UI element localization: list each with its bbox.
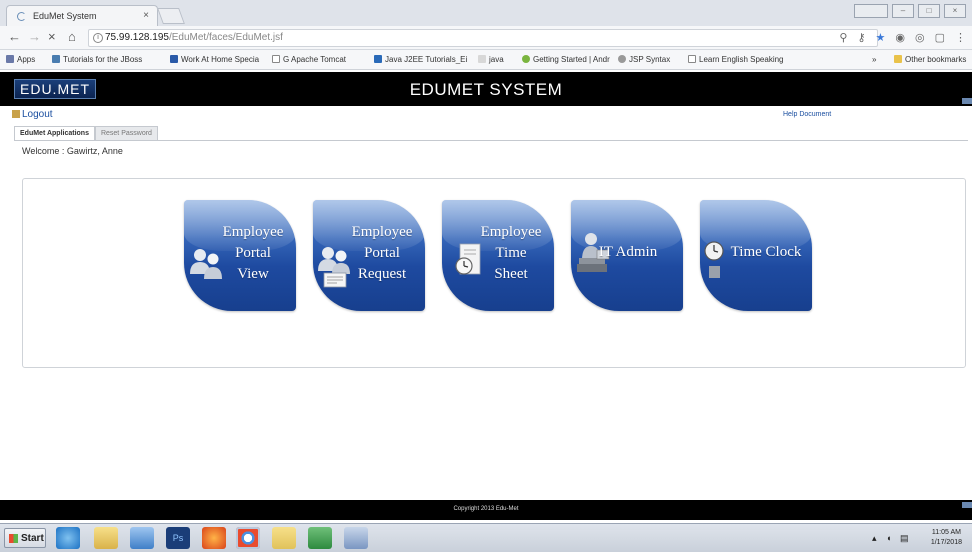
key-icon[interactable]: ⚷ [857, 31, 865, 44]
stop-icon[interactable]: × [48, 29, 56, 44]
start-button[interactable]: Start [4, 528, 46, 548]
bookmark-star-icon[interactable]: ★ [876, 31, 886, 44]
home-icon[interactable]: ⌂ [68, 29, 76, 44]
bookmark-jsp-syntax[interactable]: JSP Syntax [618, 55, 670, 64]
bookmarks-bar: Apps Tutorials for the JBoss Work At Hom… [0, 50, 972, 70]
app-header: EDU.MET EDUMET SYSTEM [0, 72, 972, 106]
address-bar: ← → × ⌂ i 75.99.128.195/EduMet/faces/Edu… [0, 26, 972, 50]
tile-label: Employee Portal Request [351, 224, 413, 282]
browser-tab-title: EduMet System [33, 11, 97, 21]
forward-icon[interactable]: → [28, 29, 41, 44]
employee-portal-view-tile[interactable]: Employee Portal View [184, 200, 296, 311]
logout-link[interactable]: Logout [12, 109, 53, 120]
windows-taskbar: Start Ps ▴ ◖ ▤ 11:05 AM 1/17/2018 [0, 523, 972, 552]
it-admin-tile[interactable]: IT Admin [571, 200, 683, 311]
bookmark-getting-started[interactable]: Getting Started | Andr [522, 55, 610, 64]
windows-logo-icon [9, 534, 18, 543]
tab-divider [14, 140, 968, 141]
app-window-icon[interactable] [344, 527, 368, 549]
close-window-button[interactable]: × [944, 4, 966, 18]
page-title: EDUMET SYSTEM [409, 80, 563, 99]
media-player-icon[interactable] [130, 527, 154, 549]
zoom-icon[interactable]: ⚲ [839, 31, 847, 44]
android-icon [522, 55, 530, 63]
tile-label: Employee Portal View [222, 224, 284, 282]
tab-reset-password[interactable]: Reset Password [94, 126, 158, 140]
url-host: 75.99.128.195 [105, 32, 169, 43]
bookmark-work-at-home[interactable]: Work At Home Specia [170, 55, 259, 64]
bookmark-favicon-icon [618, 55, 626, 63]
system-tray: ▴ ◖ ▤ 11:05 AM 1/17/2018 [868, 527, 968, 549]
back-icon[interactable]: ← [8, 29, 21, 44]
tile-label: Time Clock [730, 244, 802, 260]
more-bookmarks-chevron[interactable]: » [872, 55, 876, 64]
bookmark-favicon-icon [52, 55, 60, 63]
internet-explorer-icon[interactable] [56, 527, 80, 549]
page-icon [688, 55, 696, 63]
browser-tab-strip: EduMet System × – □ × [0, 0, 972, 26]
employee-portal-request-tile[interactable]: Employee Portal Request [313, 200, 425, 311]
apps-grid-icon [6, 55, 14, 63]
bookmark-apps[interactable]: Apps [6, 55, 35, 64]
user-profile-button[interactable] [854, 4, 888, 18]
bookmark-java[interactable]: java [478, 55, 504, 64]
bookmark-apache-tomcat[interactable]: G Apache Tomcat [272, 55, 346, 64]
bookmark-favicon-icon [374, 55, 382, 63]
file-explorer-icon[interactable] [94, 527, 118, 549]
bookmark-learn-english[interactable]: Learn English Speaking [688, 55, 784, 64]
extension-puzzle-icon[interactable]: ▢ [935, 31, 945, 44]
header-decoration [962, 98, 972, 104]
url-path: /EduMet/faces/EduMet.jsf [168, 32, 283, 43]
time-clock-tile[interactable]: Time Clock [700, 200, 812, 311]
help-document-link[interactable]: Help Document [783, 111, 831, 118]
bookmark-other[interactable]: Other bookmarks [894, 55, 966, 64]
app-tabs: EduMet Applications Reset Password [14, 126, 158, 140]
sync-icon[interactable]: ◎ [915, 31, 925, 44]
tile-label: Employee Time Sheet [480, 224, 542, 282]
close-tab-icon[interactable]: × [143, 10, 149, 21]
footer-decoration [962, 502, 972, 508]
photoshop-icon[interactable]: Ps [166, 527, 190, 549]
chrome-icon[interactable] [236, 527, 260, 549]
app-footer: Copyright 2013 Edu-Met [0, 500, 972, 520]
volume-icon[interactable]: ◖ [886, 533, 891, 543]
info-icon[interactable]: i [93, 33, 103, 43]
maximize-button[interactable]: □ [918, 4, 940, 18]
extension-icon[interactable]: ◉ [895, 31, 905, 44]
employee-time-sheet-tile[interactable]: Employee Time Sheet [442, 200, 554, 311]
page-icon [272, 55, 280, 63]
tile-label: IT Admin [598, 244, 658, 260]
bookmark-favicon-icon [170, 55, 178, 63]
browser-toolbar-icons: ⚲ ⚷ ★ ◉ ◎ ▢ ⋮ [839, 31, 966, 44]
copyright-text: Copyright 2013 Edu-Met [453, 506, 519, 512]
firefox-icon[interactable] [202, 527, 226, 549]
menu-icon[interactable]: ⋮ [955, 31, 966, 44]
loading-icon [17, 12, 26, 21]
logout-label: Logout [22, 109, 53, 120]
new-tab-button[interactable] [157, 8, 185, 24]
folder-icon [894, 55, 902, 63]
bookmark-java-j2ee[interactable]: Java J2EE Tutorials_Ei [374, 55, 467, 64]
tray-arrow-icon[interactable]: ▴ [872, 533, 877, 544]
logout-icon [12, 110, 20, 118]
minimize-button[interactable]: – [892, 4, 914, 18]
excel-icon[interactable] [308, 527, 332, 549]
window-controls: – □ × [854, 4, 966, 18]
network-icon[interactable]: ▤ [900, 533, 909, 544]
bookmark-jboss[interactable]: Tutorials for the JBoss [52, 55, 142, 64]
folder-icon[interactable] [272, 527, 296, 549]
bookmark-favicon-icon [478, 55, 486, 63]
welcome-text: Welcome : Gawirtz, Anne [22, 146, 123, 156]
tab-edumet-applications[interactable]: EduMet Applications [14, 126, 95, 140]
url-input[interactable]: i 75.99.128.195/EduMet/faces/EduMet.jsf [88, 29, 878, 47]
browser-tab[interactable]: EduMet System × [6, 5, 158, 26]
clock-display[interactable]: 11:05 AM 1/17/2018 [931, 528, 962, 548]
